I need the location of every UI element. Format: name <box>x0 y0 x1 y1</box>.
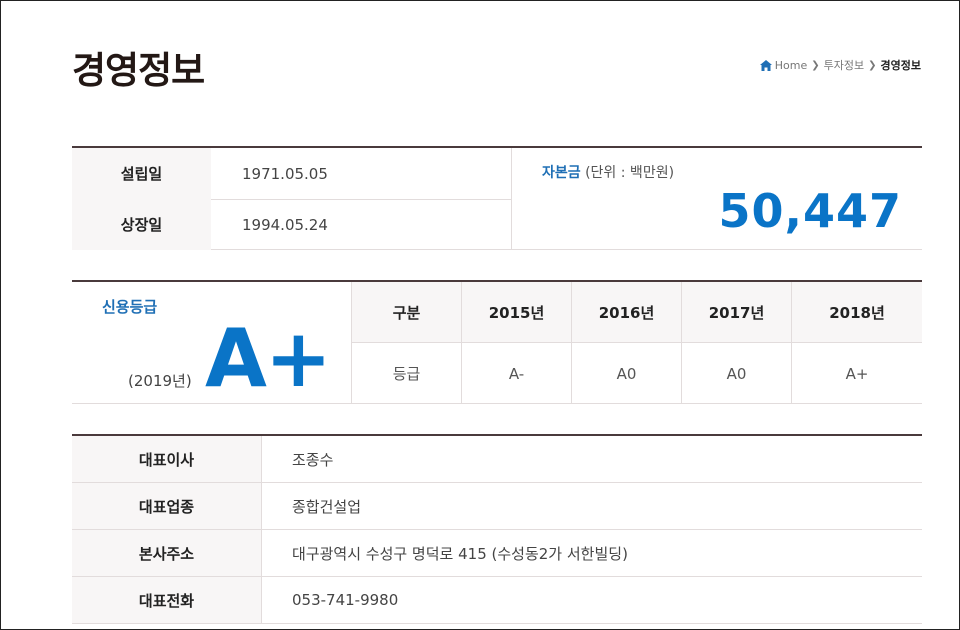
ceo-value: 조종수 <box>292 450 334 469</box>
table-cell-grade: A+ <box>845 364 869 383</box>
summary-dates: 설립일 1971.05.05 상장일 1994.05.24 <box>72 148 512 250</box>
chevron-right-icon: ❯ <box>811 59 820 71</box>
table-header-year: 2016년 <box>572 282 682 343</box>
industry-value: 종합건설업 <box>292 497 362 516</box>
company-info-table: 대표이사 조종수 대표업종 종합건설업 본사주소 대구광역시 수성구 명덕로 4… <box>72 434 922 624</box>
table-row-label: 등급 <box>352 343 462 404</box>
table-cell-grade: A0 <box>572 343 682 404</box>
listing-date-label: 상장일 <box>72 199 211 250</box>
table-row: 대표업종 종합건설업 <box>72 483 922 530</box>
capital-label: 자본금 (단위 : 백만원) <box>542 162 674 182</box>
summary-row: 설립일 1971.05.05 <box>72 148 511 200</box>
table-header-year: 2017년 <box>682 282 792 343</box>
credit-year: (2019년) <box>128 372 192 390</box>
home-icon[interactable] <box>759 59 772 71</box>
chevron-right-icon: ❯ <box>868 59 877 71</box>
founding-date-value: 1971.05.05 <box>242 164 328 183</box>
breadcrumb: Home ❯ 투자정보 ❯ 경영정보 <box>759 57 921 73</box>
table-row: 대표이사 조종수 <box>72 436 922 483</box>
credit-summary: 신용등급 (2019년) A+ <box>72 282 352 404</box>
credit-grade: A+ <box>205 312 332 405</box>
page: 경영정보 Home ❯ 투자정보 ❯ 경영정보 설립일 1971.05.05 상… <box>0 0 960 630</box>
summary-row: 상장일 1994.05.24 <box>72 199 511 250</box>
phone-value: 053-741-9980 <box>292 591 399 609</box>
listing-date-value: 1994.05.24 <box>242 215 328 234</box>
table-cell-grade: A0 <box>682 343 792 404</box>
credit-section: 신용등급 (2019년) A+ 구분 2015년 2016년 2017년 201… <box>72 280 922 404</box>
capital-value: 50,447 <box>718 184 902 238</box>
credit-title: 신용등급 <box>102 298 158 316</box>
table-cell-grade: A- <box>462 343 572 404</box>
breadcrumb-parent-link[interactable]: 투자정보 <box>824 57 864 73</box>
page-title: 경영정보 <box>72 49 205 92</box>
table-header-year: 2018년 <box>792 282 922 343</box>
address-value: 대구광역시 수성구 명덕로 415 (수성동2가 서한빌딩) <box>292 544 628 563</box>
table-row: 본사주소 대구광역시 수성구 명덕로 415 (수성동2가 서한빌딩) <box>72 530 922 577</box>
table-header-year: 2015년 <box>462 282 572 343</box>
ceo-label: 대표이사 <box>72 436 262 482</box>
table-header-category: 구분 <box>352 282 462 343</box>
capital-unit: (단위 : 백만원) <box>585 165 675 181</box>
table-row: 대표전화 053-741-9980 <box>72 577 922 624</box>
breadcrumb-current: 경영정보 <box>880 59 921 72</box>
breadcrumb-home-link[interactable]: Home <box>775 59 807 72</box>
industry-label: 대표업종 <box>72 483 262 529</box>
address-label: 본사주소 <box>72 530 262 576</box>
phone-label: 대표전화 <box>72 577 262 623</box>
founding-date-label: 설립일 <box>72 148 211 199</box>
summary-section: 설립일 1971.05.05 상장일 1994.05.24 자본금 (단위 : … <box>72 146 922 250</box>
credit-history-table: 구분 2015년 2016년 2017년 2018년 등급 A- A0 A0 A… <box>352 282 922 404</box>
capital-title: 자본금 <box>542 165 581 181</box>
